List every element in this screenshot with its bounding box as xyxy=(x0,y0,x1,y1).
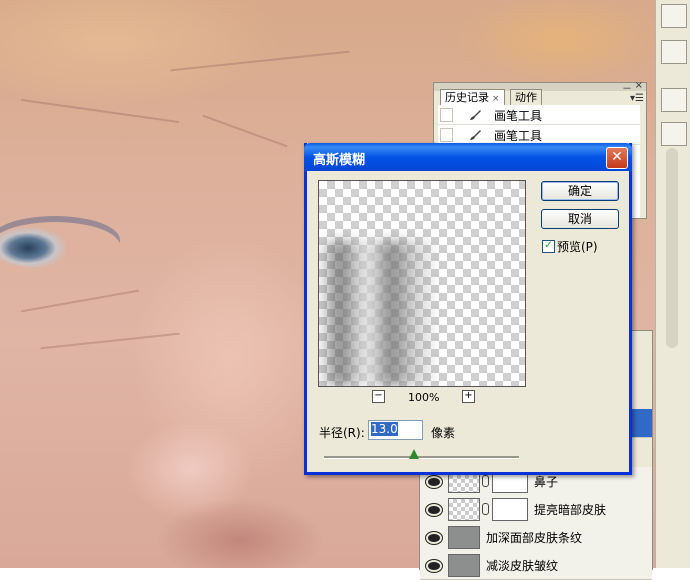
layer-name: 鼻子 xyxy=(534,475,559,489)
brush-icon xyxy=(470,130,481,140)
strip-button[interactable] xyxy=(661,88,687,112)
strip-button[interactable] xyxy=(661,40,687,64)
brush-icon xyxy=(470,110,481,120)
close-icon[interactable]: × xyxy=(635,80,643,91)
eye-icon[interactable] xyxy=(426,532,442,544)
scrollbar[interactable] xyxy=(666,148,678,348)
layer-thumbnail xyxy=(448,554,480,577)
radius-slider-track[interactable] xyxy=(324,456,519,459)
layer-name: 提亮暗部皮肤 xyxy=(534,503,607,517)
photo-detail xyxy=(40,332,180,350)
tab-label: 历史记录 xyxy=(445,91,489,104)
layer-mask-thumbnail xyxy=(492,498,528,521)
eye-icon[interactable] xyxy=(426,560,442,572)
strip-button[interactable] xyxy=(661,122,687,146)
ok-button[interactable]: 确定 xyxy=(541,181,619,201)
strip-button[interactable] xyxy=(661,4,687,28)
photo-detail xyxy=(20,289,140,313)
cancel-button[interactable]: 取消 xyxy=(541,209,619,229)
dialog-title: 高斯模糊 xyxy=(313,153,366,168)
tab-label: 动作 xyxy=(515,91,537,104)
link-icon[interactable] xyxy=(482,503,489,515)
zoom-out-button[interactable]: − xyxy=(372,390,385,403)
radius-input[interactable]: 13.0 xyxy=(368,420,423,440)
panel-menu-icon[interactable]: ▾☰ xyxy=(630,93,644,104)
layer-thumbnail xyxy=(448,498,480,521)
radius-unit-label: 像素 xyxy=(431,426,456,440)
layer-thumbnail xyxy=(448,526,480,549)
radius-slider-thumb[interactable] xyxy=(408,449,419,459)
photo-detail xyxy=(20,98,180,124)
tab-actions[interactable]: 动作 xyxy=(510,89,542,105)
snapshot-source-checkbox[interactable] xyxy=(440,108,453,122)
zoom-level: 100% xyxy=(408,391,440,404)
layer-name: 加深面部皮肤条纹 xyxy=(486,531,583,545)
snapshot-source-checkbox[interactable] xyxy=(440,128,453,142)
close-button[interactable]: ✕ xyxy=(606,147,628,169)
gaussian-blur-dialog: 高斯模糊 ✕ − 100% + 确定 取消 ✓ 预览(P) 半径(R): 13.… xyxy=(304,143,632,475)
radius-value: 13.0 xyxy=(371,422,398,436)
zoom-in-button[interactable]: + xyxy=(462,390,475,403)
photo-eye xyxy=(0,222,120,270)
preview-checkbox[interactable]: ✓ xyxy=(542,240,555,253)
eye-icon[interactable] xyxy=(426,504,442,516)
right-tool-strip xyxy=(655,0,690,568)
eye-icon[interactable] xyxy=(426,476,442,488)
tab-history[interactable]: 历史记录 × xyxy=(440,89,505,105)
link-icon[interactable] xyxy=(482,475,489,487)
dialog-titlebar[interactable]: 高斯模糊 ✕ xyxy=(304,143,632,171)
layer-row[interactable]: 加深面部皮肤条纹 xyxy=(420,523,652,552)
layer-name: 减淡皮肤皱纹 xyxy=(486,559,559,573)
history-item[interactable]: 画笔工具 xyxy=(438,125,640,145)
history-item-label: 画笔工具 xyxy=(494,109,543,123)
radius-label: 半径(R): xyxy=(319,426,365,440)
layer-row[interactable]: 提亮暗部皮肤 xyxy=(420,495,652,524)
history-item-label: 画笔工具 xyxy=(494,129,543,143)
photo-detail xyxy=(202,114,288,148)
preview-content xyxy=(319,241,439,386)
preview-area[interactable] xyxy=(318,180,526,387)
tab-close-icon[interactable]: × xyxy=(492,94,500,104)
layer-row[interactable]: 减淡皮肤皱纹 xyxy=(420,551,652,580)
history-item[interactable]: 画笔工具 xyxy=(438,105,640,125)
preview-label: 预览(P) xyxy=(557,240,598,254)
photo-detail xyxy=(170,50,350,72)
